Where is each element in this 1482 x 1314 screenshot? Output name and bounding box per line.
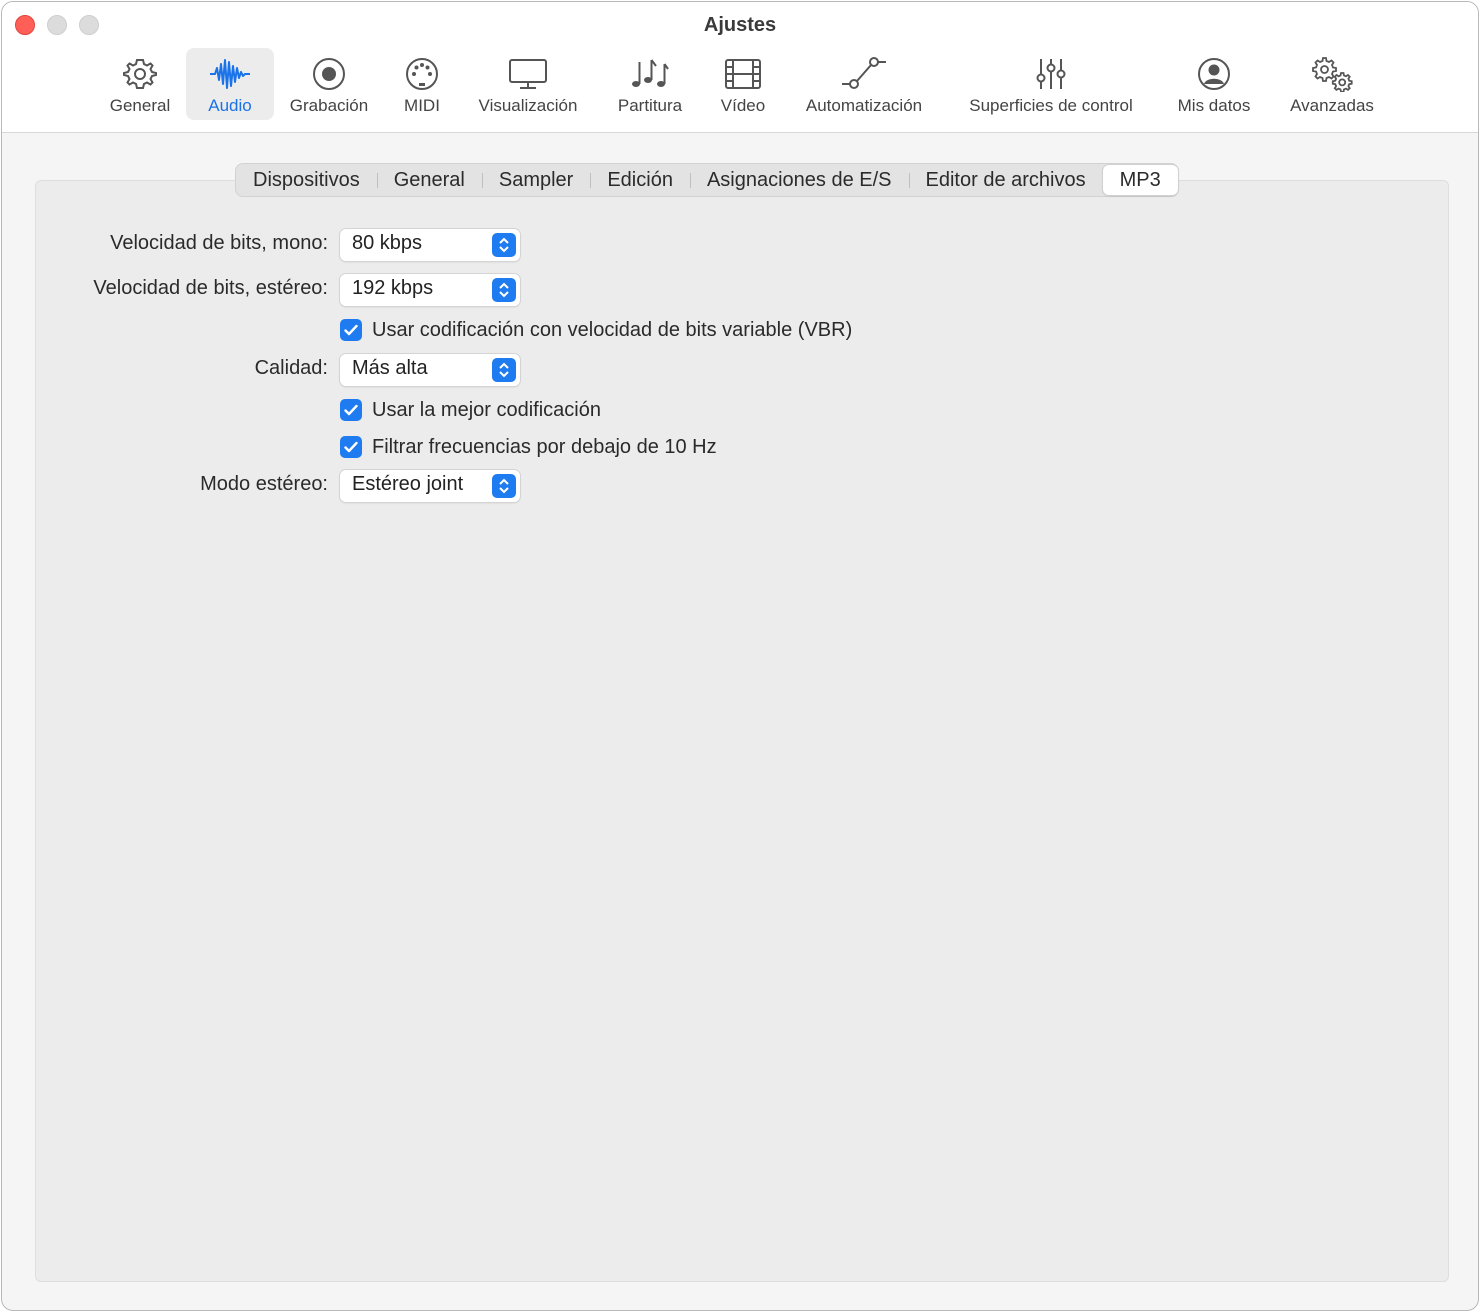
toolbar-misdatos[interactable]: Mis datos [1168, 48, 1260, 120]
title-bar: Ajustes General Audio Grabación MIDI Vis… [2, 2, 1478, 133]
tab-asignaciones[interactable]: Asignaciones de E/S [689, 165, 909, 195]
audio-tabs: Dispositivos General Sampler Edición Asi… [235, 163, 1179, 197]
settings-window: Ajustes General Audio Grabación MIDI Vis… [1, 1, 1479, 1311]
vbr-checkbox-row[interactable]: Usar codificación con velocidad de bits … [340, 318, 852, 342]
tab-dispositivos[interactable]: Dispositivos [236, 165, 377, 195]
gear-icon [122, 52, 158, 96]
settings-panel [35, 180, 1449, 1282]
toolbar-video-label: Vídeo [720, 96, 766, 115]
vbr-checkbox[interactable] [340, 319, 362, 341]
popup-chevrons-icon [492, 474, 516, 498]
stereo-mode-value: Estéreo joint [352, 473, 464, 495]
best-encoding-checkbox-row[interactable]: Usar la mejor codificación [340, 398, 601, 422]
tab-general[interactable]: General [376, 165, 482, 195]
toolbar-general-label: General [109, 96, 171, 115]
checkmark-icon [344, 324, 358, 336]
filter-label: Filtrar frecuencias por debajo de 10 Hz [372, 435, 717, 458]
toolbar-misdatos-label: Mis datos [1177, 96, 1251, 115]
checkmark-icon [344, 441, 358, 453]
popup-chevrons-icon [492, 358, 516, 382]
music-notes-icon [630, 52, 670, 96]
stereo-mode-label: Modo estéreo: [200, 473, 328, 495]
mono-bitrate-label: Velocidad de bits, mono: [110, 232, 328, 254]
toolbar-general[interactable]: General [100, 48, 180, 120]
sliders-icon [1033, 52, 1069, 96]
toolbar-grabacion[interactable]: Grabación [284, 48, 374, 120]
toolbar-superficies-label: Superficies de control [969, 96, 1133, 115]
display-icon [508, 52, 548, 96]
stereo-mode-popup[interactable]: Estéreo joint [340, 470, 520, 502]
waveform-icon [209, 52, 251, 96]
best-encoding-label: Usar la mejor codificación [372, 398, 601, 421]
window-title: Ajustes [703, 14, 777, 36]
toolbar-superficies[interactable]: Superficies de control [954, 48, 1148, 120]
toolbar-avanzadas[interactable]: Avanzadas [1282, 48, 1382, 120]
tab-editor-archivos[interactable]: Editor de archivos [908, 165, 1103, 195]
midi-port-icon [404, 52, 440, 96]
stereo-bitrate-popup[interactable]: 192 kbps [340, 274, 520, 306]
toolbar-visualizacion[interactable]: Visualización [470, 48, 586, 120]
toolbar-avanzadas-label: Avanzadas [1290, 96, 1374, 115]
filter-checkbox[interactable] [340, 436, 362, 458]
automation-icon [840, 52, 888, 96]
stereo-bitrate-label: Velocidad de bits, estéreo: [93, 277, 328, 299]
film-icon [724, 52, 762, 96]
toolbar-audio-label: Audio [208, 96, 252, 115]
best-encoding-checkbox[interactable] [340, 399, 362, 421]
record-icon [311, 52, 347, 96]
vbr-label: Usar codificación con velocidad de bits … [372, 318, 853, 341]
toolbar-video[interactable]: Vídeo [712, 48, 774, 120]
quality-popup[interactable]: Más alta [340, 354, 520, 386]
tab-mp3[interactable]: MP3 [1102, 165, 1178, 195]
person-icon [1196, 52, 1232, 96]
toolbar-audio[interactable]: Audio [186, 48, 274, 120]
toolbar-automatizacion-label: Automatización [805, 96, 923, 115]
stereo-bitrate-value: 192 kbps [352, 277, 434, 299]
gears-icon [1310, 52, 1354, 96]
filter-checkbox-row[interactable]: Filtrar frecuencias por debajo de 10 Hz [340, 435, 717, 459]
toolbar-visualizacion-label: Visualización [478, 96, 578, 115]
quality-label: Calidad: [254, 357, 328, 379]
toolbar-automatizacion[interactable]: Automatización [796, 48, 932, 120]
toolbar-partitura[interactable]: Partitura [608, 48, 692, 120]
mono-bitrate-value: 80 kbps [352, 232, 423, 254]
tab-sampler[interactable]: Sampler [481, 165, 590, 195]
popup-chevrons-icon [492, 278, 516, 302]
quality-value: Más alta [352, 357, 428, 379]
toolbar-grabacion-label: Grabación [289, 96, 369, 115]
checkmark-icon [344, 404, 358, 416]
mono-bitrate-popup[interactable]: 80 kbps [340, 229, 520, 261]
toolbar-midi[interactable]: MIDI [394, 48, 450, 120]
toolbar-midi-label: MIDI [404, 96, 440, 115]
popup-chevrons-icon [492, 233, 516, 257]
toolbar-partitura-label: Partitura [617, 96, 683, 115]
tab-edicion[interactable]: Edición [590, 165, 690, 195]
